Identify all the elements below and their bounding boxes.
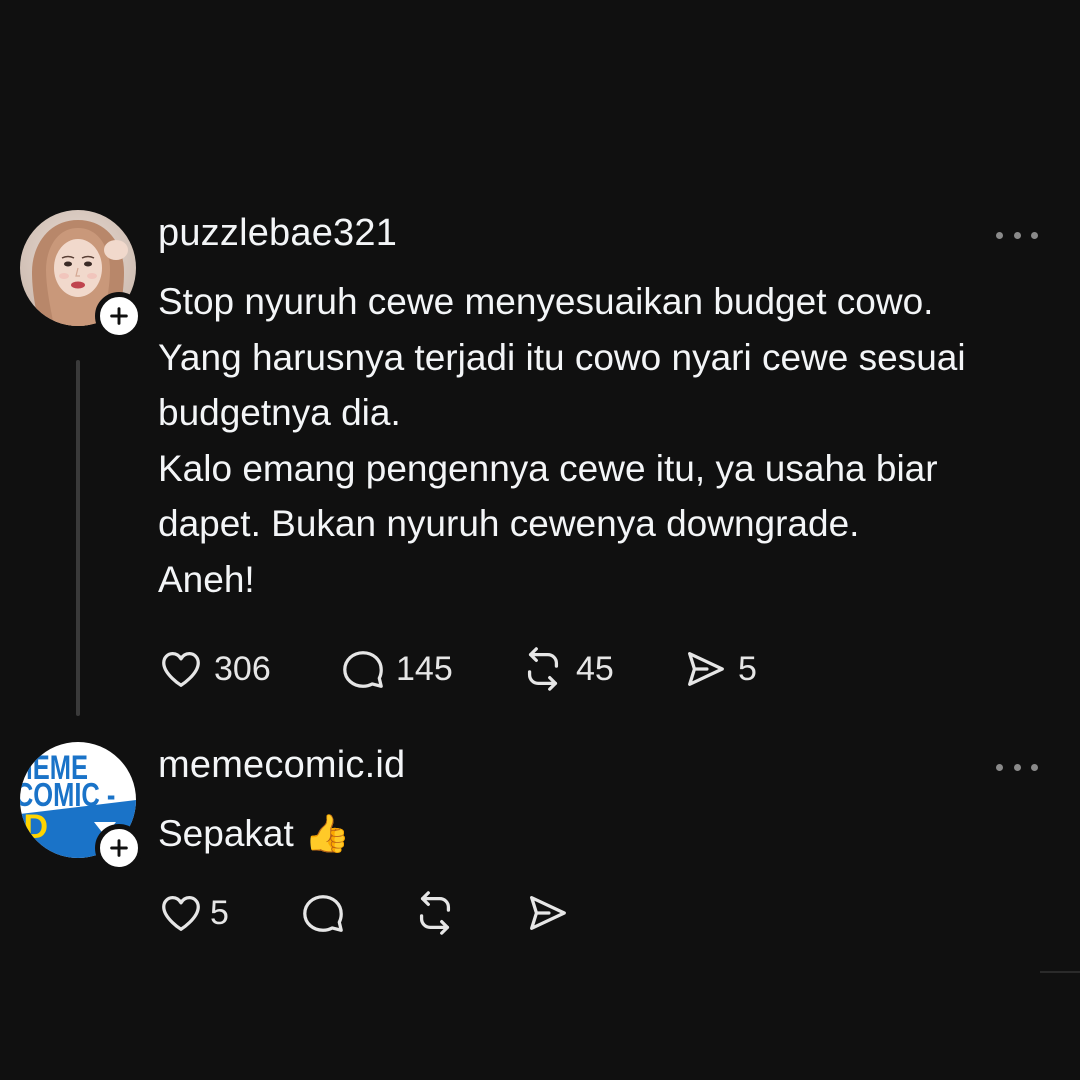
post-text-line: Stop nyuruh cewe menyesuaikan budget cow… [158, 281, 934, 322]
follow-button[interactable] [95, 824, 143, 872]
repost-button[interactable] [412, 890, 524, 936]
post-username[interactable]: puzzlebae321 [158, 212, 397, 255]
post-text-line: budgetnya dia. [158, 392, 401, 433]
like-count: 5 [210, 893, 229, 932]
like-button[interactable]: 5 [158, 890, 300, 936]
post-text-line: dapet. Bukan nyuruh cewenya downgrade. [158, 503, 860, 544]
post-text-line: Aneh! [158, 558, 255, 600]
more-horizontal-icon [996, 763, 1003, 771]
speech-bubble-icon [303, 895, 343, 932]
thread-reply-post: MEME COMIC - ID memecomic.id Sepakat 👍 [0, 740, 1080, 960]
post-text: Sepakat 👍 [158, 806, 1058, 862]
repost-button[interactable]: 45 [520, 646, 682, 692]
like-button[interactable]: 306 [158, 646, 340, 692]
logo-text-id: ID [20, 808, 48, 846]
repost-count: 45 [576, 649, 614, 688]
threads-screen: puzzlebae321 Stop nyuruh cewe menyesuaik… [0, 0, 1080, 1080]
divider [1040, 971, 1080, 973]
plus-icon [110, 839, 128, 857]
repost-icon [527, 647, 559, 691]
send-icon [530, 896, 566, 930]
thread-post: puzzlebae321 Stop nyuruh cewe menyesuaik… [0, 208, 1080, 728]
post-actions: 5 [158, 890, 570, 936]
post-text-line: Yang harusnya terjadi itu cowo nyari cew… [158, 336, 966, 378]
reply-button[interactable] [300, 890, 412, 936]
more-horizontal-icon [996, 231, 1003, 239]
reply-button[interactable]: 145 [340, 646, 520, 692]
share-button[interactable] [524, 890, 570, 936]
post-text-line: Sepakat 👍 [158, 813, 351, 854]
share-button[interactable]: 5 [682, 646, 757, 692]
follow-button[interactable] [95, 292, 143, 340]
more-options-button[interactable] [996, 228, 1038, 242]
more-options-button[interactable] [996, 760, 1038, 774]
speech-bubble-icon [343, 651, 383, 688]
heart-icon [162, 652, 200, 687]
heart-icon [162, 896, 200, 931]
post-text-line: Kalo emang pengennya cewe itu, ya usaha … [158, 447, 938, 489]
like-count: 306 [214, 649, 271, 688]
post-text: Stop nyuruh cewe menyesuaikan budget cow… [158, 274, 1058, 607]
send-icon [688, 652, 724, 686]
repost-icon [419, 891, 451, 935]
post-actions: 306 145 45 5 [158, 646, 757, 692]
thread-connector-line [76, 360, 80, 716]
share-count: 5 [738, 649, 757, 688]
post-username[interactable]: memecomic.id [158, 744, 405, 787]
reply-count: 145 [396, 649, 453, 688]
plus-icon [110, 307, 128, 325]
